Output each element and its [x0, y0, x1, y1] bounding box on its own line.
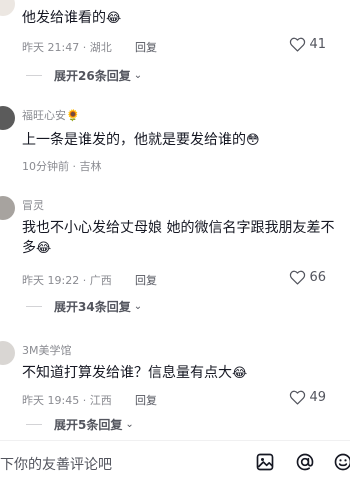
comment-time: 昨天 19:45	[22, 394, 79, 407]
like-count: 49	[309, 390, 326, 405]
divider	[26, 306, 42, 307]
avatar[interactable]	[0, 341, 15, 365]
comment-time: 昨天 19:22	[22, 274, 79, 287]
like-count: 41	[309, 37, 326, 52]
comment-username[interactable]: 3M美学馆	[22, 342, 72, 358]
comment-username[interactable]: 冒灵	[22, 197, 44, 213]
comment-location: 吉林	[80, 160, 102, 173]
comment-time: 昨天 21:47	[22, 41, 79, 54]
divider	[26, 75, 42, 76]
like-button[interactable]: 41	[289, 37, 326, 52]
heart-outline-icon	[289, 390, 306, 405]
laugh-cry-emoji: 😂	[106, 11, 121, 26]
expand-replies-label: 展开34条回复	[54, 298, 131, 315]
image-icon[interactable]	[254, 451, 276, 473]
comment-location: 江西	[90, 394, 112, 407]
comment-meta: 10分钟前 · 吉林	[22, 158, 102, 174]
chevron-down-icon: ⌄	[125, 419, 133, 430]
flushed-emoji: 😳	[246, 133, 260, 148]
expand-replies[interactable]: 展开26条回复 ⌄	[0, 67, 142, 84]
expand-replies-label: 展开26条回复	[54, 67, 131, 84]
avatar[interactable]	[0, 196, 15, 220]
reply-button[interactable]: 回复	[135, 272, 157, 288]
laugh-cry-emoji: 😂	[36, 241, 51, 256]
comment-location: 广西	[90, 274, 112, 287]
comment-input[interactable]: 下你的友善评论吧	[0, 454, 112, 474]
reply-button[interactable]: 回复	[135, 392, 157, 408]
comment-meta: 昨天 19:22 · 广西	[22, 272, 112, 288]
comment-text: 上一条是谁发的，他就是要发给谁的😳	[22, 130, 260, 151]
reply-button[interactable]: 回复	[135, 39, 157, 55]
laugh-cry-emoji: 😂	[232, 366, 247, 381]
divider	[26, 424, 42, 425]
comment-text: 他发给谁看的😂	[22, 8, 121, 29]
chevron-down-icon: ⌄	[134, 70, 142, 81]
like-button[interactable]: 66	[289, 270, 326, 285]
expand-replies[interactable]: 展开5条回复 ⌄	[0, 416, 134, 433]
comment-input-bar: 下你的友善评论吧	[0, 440, 350, 481]
expand-replies-label: 展开5条回复	[54, 416, 122, 433]
at-icon[interactable]	[294, 451, 316, 473]
like-button[interactable]: 49	[289, 390, 326, 405]
expand-replies[interactable]: 展开34条回复 ⌄	[0, 298, 142, 315]
avatar[interactable]	[0, 106, 15, 130]
avatar[interactable]	[0, 0, 15, 16]
comment-meta: 昨天 19:45 · 江西	[22, 392, 112, 408]
comment-time: 10分钟前	[22, 160, 69, 173]
sunflower-emoji: 🌻	[66, 109, 80, 122]
heart-outline-icon	[289, 37, 306, 52]
comment-username[interactable]: 福旺心安🌻	[22, 107, 80, 123]
comment-meta: 昨天 21:47 · 湖北	[22, 39, 112, 55]
like-count: 66	[309, 270, 326, 285]
heart-outline-icon	[289, 270, 306, 285]
comment-location: 湖北	[90, 41, 112, 54]
comment-text: 不知道打算发给谁？信息量有点大😂	[22, 363, 247, 384]
comment-text: 我也不小心发给丈母娘 她的微信名字跟我朋友差不 多😂	[22, 218, 350, 259]
emoji-icon[interactable]	[332, 451, 350, 473]
chevron-down-icon: ⌄	[134, 301, 142, 312]
